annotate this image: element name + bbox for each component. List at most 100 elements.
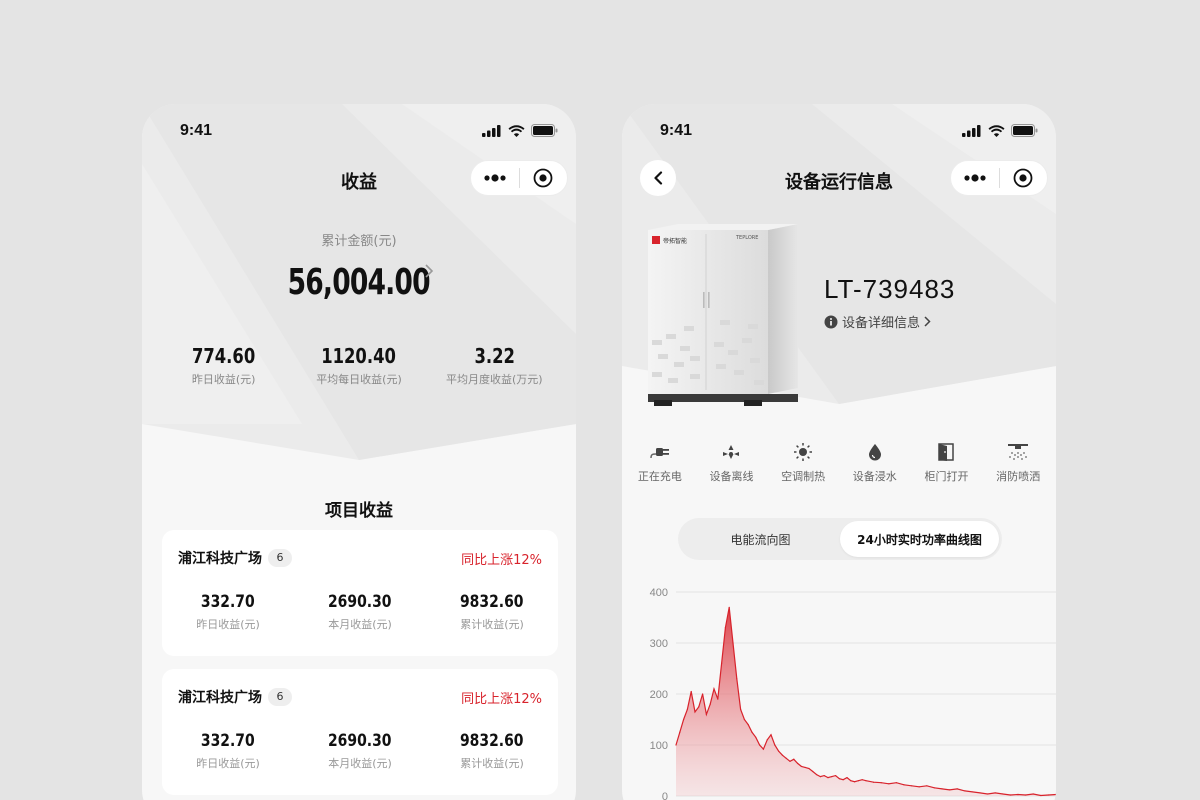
power-point [964, 790, 966, 792]
project-stat-value: 9832.60 [460, 592, 524, 612]
device-detail-link[interactable]: 设备详细信息 [824, 312, 931, 331]
power-point [949, 789, 951, 791]
power-point [880, 782, 882, 784]
tab-energy-flow[interactable]: 电能流向图 [681, 521, 840, 557]
status-heating: 空调制热 [768, 440, 838, 484]
navbar: 收益 [142, 160, 576, 198]
status-flooding: 设备浸水 [840, 440, 910, 484]
chart-tab-switcher: 电能流向图 24小时实时功率曲线图 [678, 518, 1002, 560]
navbar: 设备运行信息 [622, 160, 1056, 198]
power-point [816, 773, 818, 776]
project-stat-value: 2690.30 [328, 592, 392, 612]
power-point [781, 754, 783, 756]
more-menu-button[interactable] [951, 161, 999, 195]
power-point [838, 778, 840, 780]
total-amount-label: 累计金额(元) [321, 234, 397, 249]
power-point [690, 690, 692, 693]
power-point [1047, 794, 1049, 796]
power-point [1040, 794, 1042, 797]
project-stat-value: 9832.60 [460, 731, 524, 751]
wifi-icon [988, 124, 1005, 137]
summary-stats: 774.60 昨日收益(元) 1120.40 平均每日收益(元) 3.22 平均… [156, 344, 562, 387]
power-point [713, 688, 715, 690]
project-stat-label: 累计收益(元) [460, 618, 524, 631]
total-amount: 56,004.00 [287, 262, 431, 303]
power-point [903, 784, 905, 786]
battery-icon [1011, 124, 1038, 137]
power-point [724, 627, 726, 629]
power-point [865, 780, 867, 782]
cabinet-brand-label: 帝拓智能 [663, 237, 687, 245]
power-point [762, 748, 764, 750]
close-mini-program-button[interactable] [519, 161, 567, 195]
power-point [785, 757, 787, 759]
project-card[interactable]: 浦江科技广场 6 同比上涨12% 332.70 昨日收益(元) 2690.30 … [162, 530, 558, 656]
status-icons [962, 124, 1038, 137]
total-amount-row[interactable]: 56,004.00 [142, 262, 576, 303]
project-stat: 9832.60 累计收益(元) [437, 731, 547, 771]
power-point [755, 736, 757, 738]
more-dots-icon [964, 174, 986, 182]
power-point [812, 770, 814, 773]
y-tick-label: 200 [650, 689, 668, 701]
power-point [709, 703, 711, 705]
power-point [979, 792, 981, 794]
signal-icon [482, 124, 501, 137]
power-point [819, 776, 821, 778]
status-label: 设备浸水 [852, 470, 897, 483]
status-time: 9:41 [180, 122, 213, 139]
more-menu-button[interactable] [471, 161, 519, 195]
info-icon [824, 315, 838, 328]
stat-label: 平均月度收益(万元) [446, 373, 543, 386]
status-time: 9:41 [660, 122, 693, 139]
power-point [842, 779, 844, 781]
power-point [702, 693, 704, 695]
power-point [861, 779, 863, 781]
power-point [895, 782, 897, 784]
project-stat-label: 昨日收益(元) [196, 757, 260, 770]
power-point [694, 711, 696, 713]
power-point [717, 698, 719, 700]
status-icons [482, 124, 558, 137]
power-point [971, 791, 973, 793]
power-point [683, 718, 685, 721]
power-point [743, 718, 745, 721]
project-name-row: 浦江科技广场 6 [178, 687, 292, 707]
project-name: 浦江科技广场 [178, 690, 262, 706]
chevron-right-icon[interactable] [424, 264, 434, 278]
stat-value: 774.60 [192, 344, 256, 368]
power-point [823, 775, 825, 777]
power-point [766, 739, 768, 741]
y-tick-label: 100 [650, 740, 668, 752]
power-point [747, 724, 749, 726]
y-tick-label: 300 [650, 638, 668, 650]
power-point [854, 781, 856, 783]
power-point [789, 760, 791, 762]
power-area [676, 607, 1056, 796]
status-label: 正在充电 [637, 470, 682, 483]
project-count-badge: 6 [268, 549, 292, 567]
sprinkler-icon [1008, 444, 1029, 460]
project-stat-value: 2690.30 [328, 731, 392, 751]
power-point [827, 777, 829, 779]
project-stat-label: 本月收益(元) [328, 757, 392, 770]
power-point [728, 606, 730, 608]
section-title: 项目收益 [325, 501, 393, 521]
device-screen: 9:41 设备运行信息 帝拓智能 TEPLORE LT-739483 设备详细信… [622, 104, 1056, 800]
power-point [740, 708, 742, 710]
power-point [941, 788, 943, 790]
signal-icon [962, 124, 981, 137]
project-card[interactable]: 浦江科技广场 6 同比上涨12% 332.70 昨日收益(元) 2690.30 … [162, 669, 558, 795]
project-stat-label: 昨日收益(元) [196, 618, 260, 631]
power-point [705, 713, 707, 715]
project-name: 浦江科技广场 [178, 551, 262, 567]
power-point [797, 762, 799, 764]
tab-power-curve[interactable]: 24小时实时功率曲线图 [840, 521, 999, 557]
stat-yesterday: 774.60 昨日收益(元) [164, 344, 284, 387]
earnings-screen: 9:41 收益 累计金额(元) 56,004.00 774.60 昨日收益(元) [142, 104, 576, 800]
power-point [835, 775, 837, 777]
stat-value: 1120.40 [321, 344, 397, 368]
close-mini-program-button[interactable] [999, 161, 1047, 195]
cabinet-model-label: TEPLORE [735, 235, 758, 241]
power-point [1032, 793, 1034, 795]
